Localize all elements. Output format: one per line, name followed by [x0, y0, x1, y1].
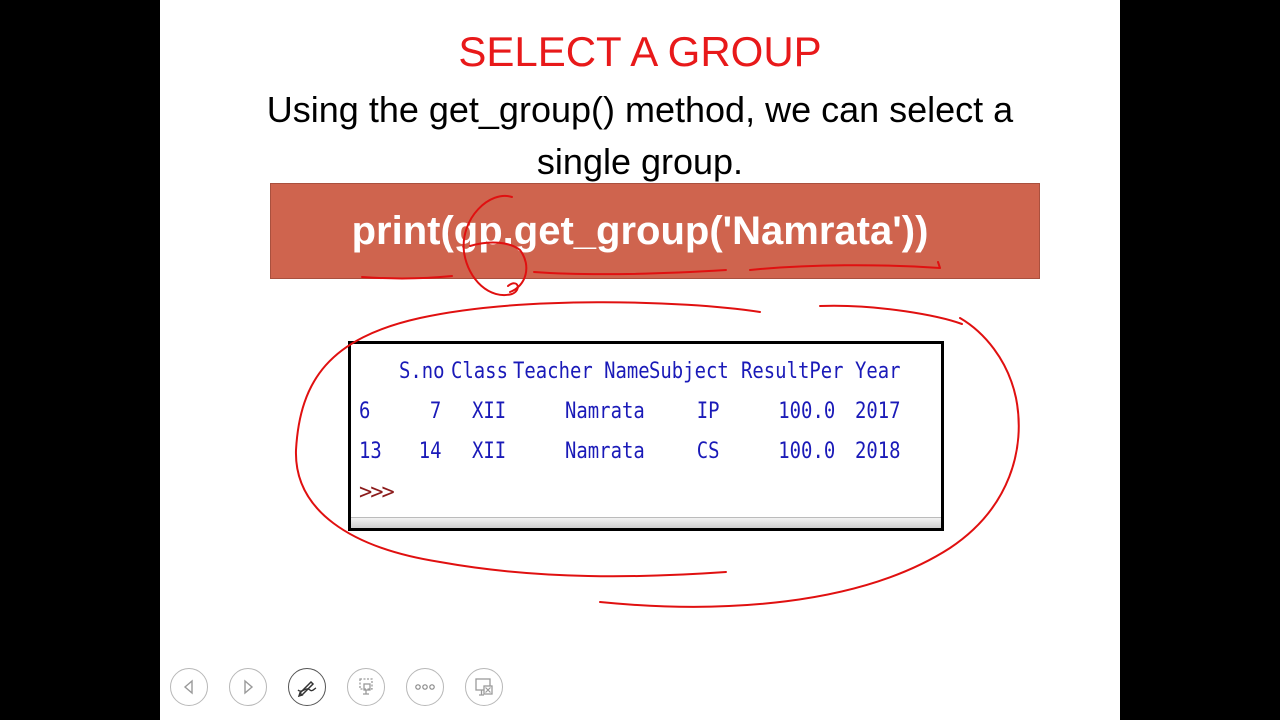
table-cell: Namrata	[565, 399, 645, 424]
presenter-view-icon	[475, 678, 493, 696]
console-prompt[interactable]: >>>	[359, 480, 395, 505]
slide-subtitle: Using the get_group() method, we can sel…	[266, 89, 1014, 182]
next-slide-button[interactable]	[229, 668, 267, 706]
more-options-icon	[415, 684, 435, 690]
table-cell: 2018	[855, 439, 901, 464]
previous-slide-icon	[183, 679, 193, 695]
slideshow-controls	[170, 668, 503, 706]
presenter-view-button[interactable]	[465, 668, 503, 706]
table-cell: IP	[696, 399, 719, 424]
slide-view-button[interactable]	[347, 668, 385, 706]
table-cell: 100.0	[778, 439, 835, 464]
slide-title: SELECT A GROUP	[458, 28, 822, 75]
table-cell: 14	[418, 439, 441, 464]
console-output: S.no Class Teacher Name Subject ResultPe…	[348, 341, 944, 531]
table-cell: 7	[429, 399, 441, 424]
pen-tool-icon	[297, 680, 317, 698]
code-banner: print(gp.get_group('Namrata'))	[270, 183, 1040, 279]
console-scrollbar[interactable]	[351, 517, 941, 528]
presentation-slide: SELECT A GROUP Using the get_group() met…	[160, 0, 1120, 720]
table-cell: XII	[472, 439, 507, 464]
table-cell: XII	[472, 399, 507, 424]
row-index: 13	[359, 439, 382, 464]
column-header-subject: Subject	[649, 359, 729, 384]
column-header-teacher-name: Teacher Name	[513, 359, 650, 384]
code-text: print(gp.get_group('Namrata'))	[351, 208, 929, 253]
table-cell: Namrata	[565, 439, 645, 464]
column-header-class: Class	[451, 359, 508, 384]
previous-slide-button[interactable]	[170, 668, 208, 706]
pen-tool-button[interactable]	[288, 668, 326, 706]
column-header-year: Year	[855, 359, 901, 384]
table-cell: 2017	[855, 399, 901, 424]
next-slide-icon	[244, 679, 254, 695]
table-cell: CS	[696, 439, 719, 464]
row-index: 6	[359, 399, 371, 424]
more-options-button[interactable]	[406, 668, 444, 706]
slide-view-icon	[359, 678, 373, 695]
column-header-resultper: ResultPer	[741, 359, 844, 384]
table-cell: 100.0	[778, 399, 835, 424]
column-header-sno: S.no	[399, 359, 445, 384]
